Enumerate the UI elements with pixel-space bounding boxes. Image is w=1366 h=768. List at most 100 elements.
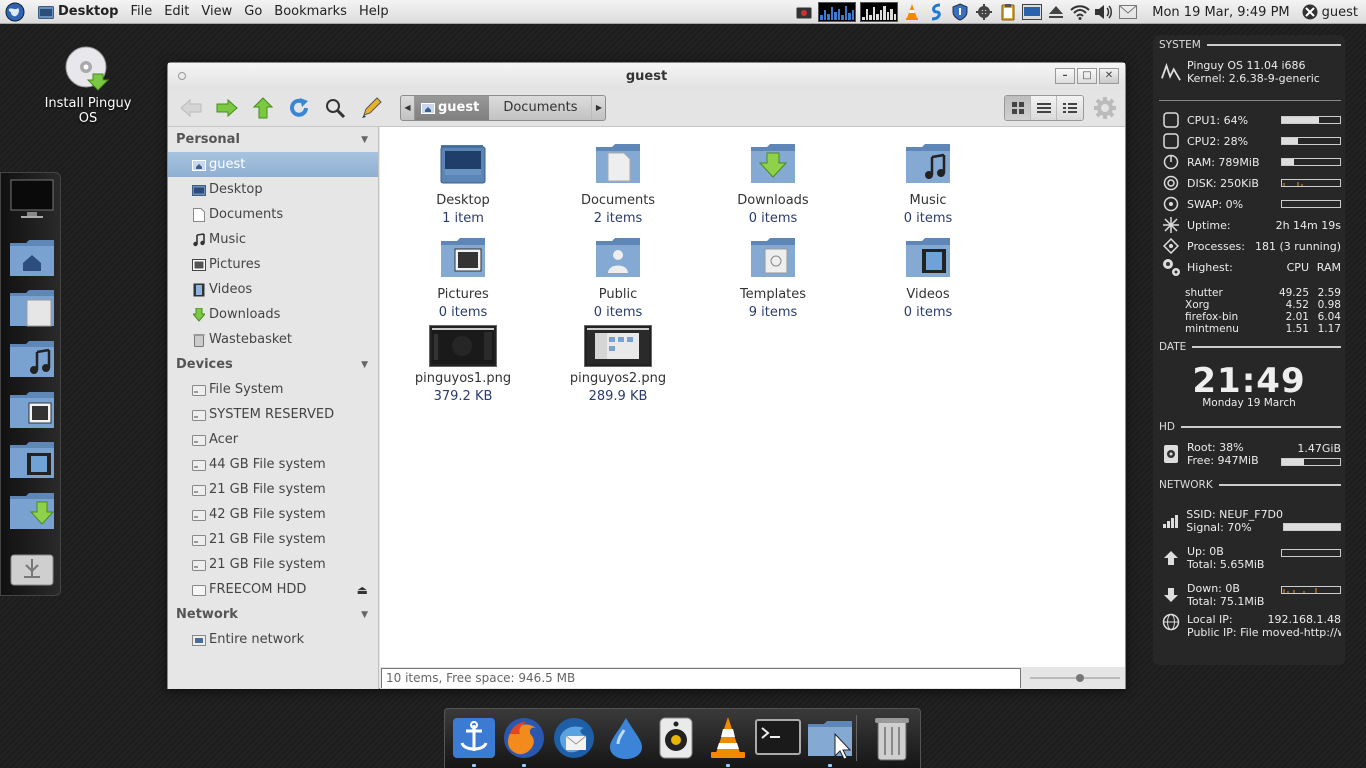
menu-bookmarks[interactable]: Bookmarks	[268, 0, 353, 24]
sidebar-header-personal[interactable]: Personal ▼	[168, 127, 378, 152]
window-titlebar[interactable]: guest – □ ✕	[168, 63, 1125, 89]
menu-help[interactable]: Help	[353, 0, 395, 24]
security-tray-icon[interactable]	[950, 2, 970, 22]
sidebar-item-device[interactable]: 44 GB File system	[168, 452, 378, 477]
collapse-triangle-icon[interactable]: ▼	[361, 135, 368, 145]
dock-vlc[interactable]	[705, 715, 751, 767]
sidebar-item-guest[interactable]: guest	[168, 152, 378, 177]
clipboard-tray-icon[interactable]	[998, 2, 1018, 22]
sidebar-item-pictures[interactable]: Pictures	[168, 252, 378, 277]
compact-view-button[interactable]	[1057, 96, 1083, 120]
file-item-videos[interactable]: Videos 0 items	[858, 235, 998, 320]
search-button[interactable]	[320, 93, 350, 123]
panel-clock[interactable]: Mon 19 Mar, 9:49 PM	[1152, 5, 1289, 20]
user-name: guest	[1321, 4, 1358, 20]
sidebar-item-music[interactable]: Music	[168, 227, 378, 252]
sidebar-item-freecom-hdd[interactable]: FREECOM HDD ⏏	[168, 577, 378, 602]
sidebar-item-documents[interactable]: Documents	[168, 202, 378, 227]
path-scroll-left[interactable]: ◀	[401, 95, 415, 120]
volume-tray-icon[interactable]	[1094, 2, 1114, 22]
collapse-triangle-icon[interactable]: ▼	[361, 610, 368, 620]
left-dock-downloads[interactable]	[9, 488, 55, 532]
dock-trash[interactable]	[869, 715, 915, 761]
sidebar-header-devices[interactable]: Devices ▼	[168, 352, 378, 377]
window-settings-button[interactable]	[1093, 96, 1117, 120]
zoom-slider-knob[interactable]	[1076, 674, 1084, 682]
window-menu-dot[interactable]	[178, 72, 186, 80]
file-item-templates[interactable]: Templates 9 items	[703, 235, 843, 320]
mail-tray-icon[interactable]	[1118, 2, 1138, 22]
file-item-pinguyos1[interactable]: pinguyos1.png 379.2 KB	[393, 323, 533, 404]
up-button[interactable]	[248, 93, 278, 123]
collapse-triangle-icon[interactable]: ▼	[361, 360, 368, 370]
sidebar-item-device[interactable]: 42 GB File system	[168, 502, 378, 527]
shutter-tray-icon[interactable]	[926, 2, 946, 22]
dock-thunderbird[interactable]	[551, 715, 597, 761]
eject-icon[interactable]: ⏏	[357, 583, 368, 597]
maximize-button[interactable]: □	[1077, 68, 1097, 84]
file-item-public[interactable]: Public 0 items	[548, 235, 688, 320]
left-dock-videos[interactable]	[9, 437, 55, 481]
sidebar-item-device[interactable]: 21 GB File system	[168, 527, 378, 552]
menu-edit[interactable]: Edit	[158, 0, 195, 24]
menu-file[interactable]: File	[124, 0, 158, 24]
cpu-graph-icon[interactable]	[860, 2, 899, 22]
places-desktop[interactable]: Desktop	[30, 0, 124, 24]
edit-location-button[interactable]	[356, 93, 386, 123]
dock-terminal[interactable]	[755, 715, 801, 761]
display-tray-icon[interactable]	[1022, 2, 1043, 22]
settings-tray-icon[interactable]	[974, 2, 994, 22]
wifi-tray-icon[interactable]	[1070, 2, 1090, 22]
list-view-button[interactable]	[1031, 96, 1057, 120]
dock-file-manager[interactable]	[807, 715, 853, 767]
menu-button[interactable]	[0, 0, 30, 24]
sidebar-item-label: guest	[209, 157, 246, 172]
sidebar-item-downloads[interactable]: Downloads	[168, 302, 378, 327]
sidebar-item-device[interactable]: 21 GB File system	[168, 552, 378, 577]
forward-button[interactable]	[212, 93, 242, 123]
eject-tray-icon[interactable]	[1046, 2, 1066, 22]
left-dock-show-desktop[interactable]	[9, 176, 55, 220]
left-dock-pictures[interactable]	[9, 387, 55, 431]
minimize-button[interactable]: –	[1055, 68, 1075, 84]
user-menu[interactable]: guest	[1302, 4, 1358, 20]
menu-view[interactable]: View	[195, 0, 238, 24]
install-desktop-icon[interactable]: Install Pinguy OS	[38, 46, 138, 126]
file-item-pictures[interactable]: Pictures 0 items	[393, 235, 533, 320]
dock-anchor-launcher[interactable]	[451, 715, 497, 767]
left-dock-music[interactable]	[9, 336, 55, 380]
icon-view-button[interactable]	[1005, 96, 1031, 120]
back-button[interactable]	[176, 93, 206, 123]
breadcrumb-guest[interactable]: guest	[415, 95, 490, 120]
reload-button[interactable]	[284, 93, 314, 123]
dock-rhythmbox[interactable]	[653, 715, 699, 761]
sidebar-item-desktop[interactable]: Desktop	[168, 177, 378, 202]
sidebar-item-wastebasket[interactable]: Wastebasket	[168, 327, 378, 352]
file-item-pinguyos2[interactable]: pinguyos2.png 289.9 KB	[548, 323, 688, 404]
sidebar-item-device[interactable]: 21 GB File system	[168, 477, 378, 502]
sidebar-item-device[interactable]: Acer	[168, 427, 378, 452]
close-button[interactable]: ✕	[1099, 68, 1119, 84]
menu-go[interactable]: Go	[238, 0, 268, 24]
sidebar-item-videos[interactable]: Videos	[168, 277, 378, 302]
file-item-desktop[interactable]: Desktop 1 item	[393, 141, 533, 226]
left-dock-documents[interactable]	[9, 285, 55, 329]
network-graph-icon[interactable]	[818, 2, 857, 22]
file-item-documents[interactable]: Documents 2 items	[548, 141, 688, 226]
vlc-tray-icon[interactable]	[902, 2, 922, 22]
dock-deluge[interactable]	[603, 715, 649, 761]
sidebar-item-device[interactable]: SYSTEM RESERVED	[168, 402, 378, 427]
sidebar-item-entire-network[interactable]: Entire network	[168, 627, 378, 652]
conky-section-date: DATE	[1159, 341, 1341, 353]
path-scroll-right[interactable]: ▶	[591, 95, 605, 120]
dock-firefox[interactable]	[501, 715, 547, 767]
sidebar-header-network[interactable]: Network ▼	[168, 602, 378, 627]
breadcrumb-documents[interactable]: Documents	[489, 96, 591, 120]
sidebar-item-device[interactable]: File System	[168, 377, 378, 402]
left-dock-home[interactable]	[9, 235, 55, 279]
file-item-music[interactable]: Music 0 items	[858, 141, 998, 226]
file-item-downloads[interactable]: Downloads 0 items	[703, 141, 843, 226]
left-dock-usb[interactable]	[9, 547, 55, 591]
screenshot-tray-icon[interactable]	[794, 2, 814, 22]
zoom-slider[interactable]	[1030, 674, 1120, 682]
